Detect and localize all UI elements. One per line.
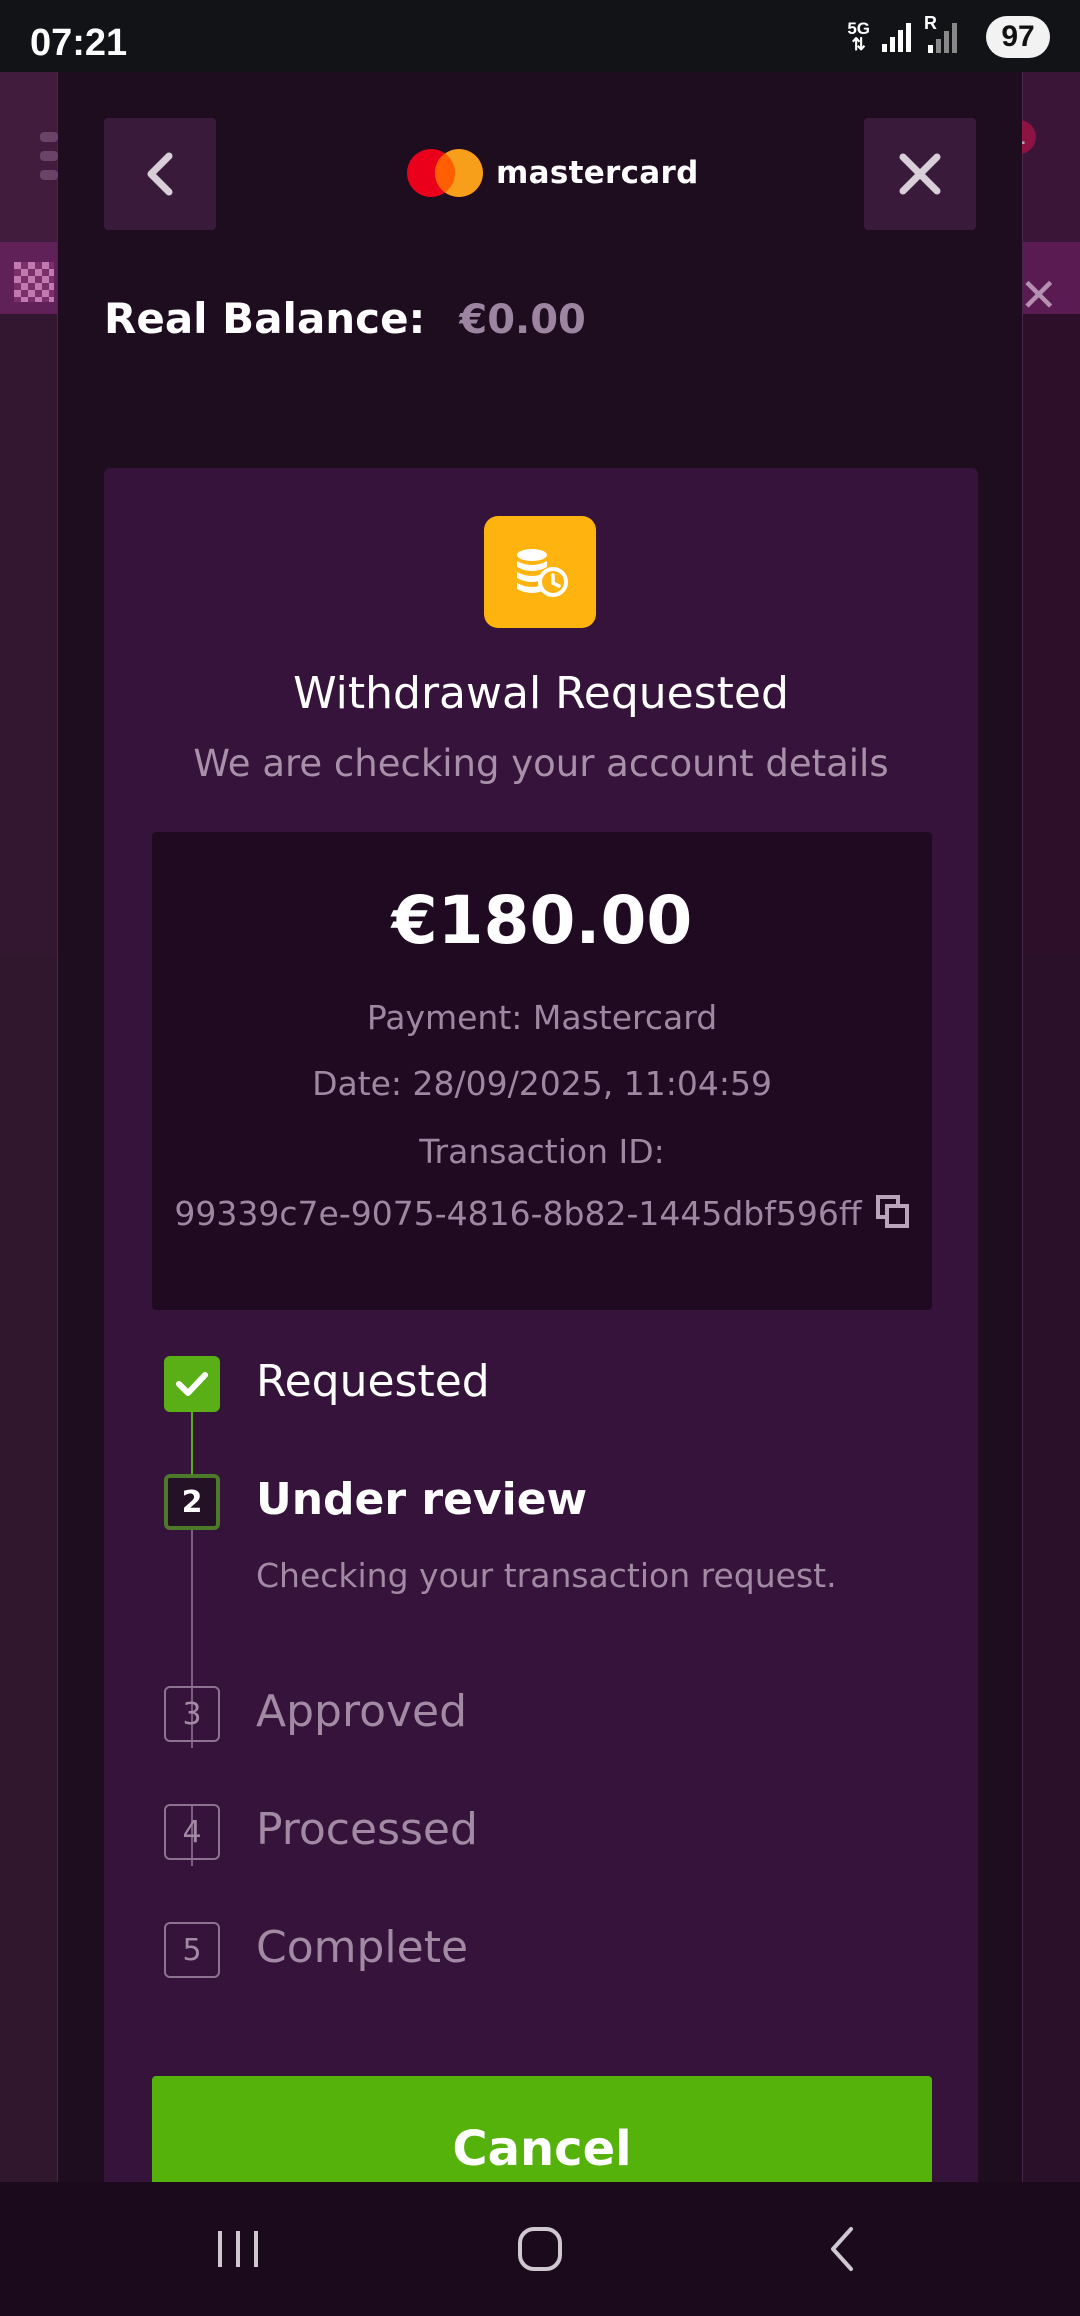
step-2-description: Checking your transaction request. [256, 1556, 837, 1595]
step-1-label: Requested [256, 1356, 490, 1407]
balance-value: €0.00 [459, 297, 586, 343]
withdrawal-title: Withdrawal Requested [293, 668, 789, 719]
home-button[interactable] [500, 2212, 580, 2286]
home-icon [518, 2227, 562, 2271]
step-4-label: Processed [256, 1804, 478, 1855]
withdrawal-subtitle: We are checking your account details [193, 742, 889, 785]
transaction-id-row: 99339c7e-9075-4816-8b82-1445dbf596ff [152, 1194, 932, 1233]
system-back-button[interactable] [802, 2212, 882, 2286]
battery-indicator: 97 [986, 16, 1050, 58]
transaction-details: €180.00 Payment: Mastercard Date: 28/09/… [152, 832, 932, 1310]
step-connector [191, 1412, 193, 1474]
step-5-number: 5 [164, 1922, 220, 1978]
payment-method: Payment: Mastercard [366, 998, 718, 1037]
recent-apps-button[interactable] [198, 2212, 278, 2286]
step-2-label: Under review [256, 1474, 588, 1525]
mastercard-logo-icon [407, 149, 483, 197]
step-4-number: 4 [164, 1804, 220, 1860]
system-back-icon [831, 2227, 853, 2271]
back-button[interactable] [104, 118, 216, 230]
transaction-id-value: 99339c7e-9075-4816-8b82-1445dbf596ff [174, 1194, 862, 1233]
close-button[interactable] [864, 118, 976, 230]
close-icon [899, 153, 941, 195]
network-type-icon: 5G ⇅ [847, 19, 870, 54]
step-1-check-icon [164, 1356, 220, 1412]
copy-icon[interactable] [875, 1195, 910, 1229]
withdrawal-amount: €180.00 [391, 882, 693, 959]
roaming-signal-icon: R [924, 13, 962, 57]
menu-icon [40, 132, 58, 192]
close-icon: ✕ [1019, 268, 1058, 322]
status-bar: 07:21 5G ⇅ R 97 [0, 0, 1080, 72]
withdrawal-status-card: Withdrawal Requested We are checking you… [104, 468, 978, 2222]
transaction-id-label: Transaction ID: [419, 1132, 665, 1171]
step-connector [191, 1530, 193, 1686]
step-5-label: Complete [256, 1922, 469, 1973]
transaction-date: Date: 28/09/2025, 11:04:59 [312, 1064, 772, 1103]
balance-label: Real Balance: [104, 294, 426, 343]
withdrawal-progress-stepper: Requested 2 Under review Checking your t… [164, 1356, 944, 1978]
recent-apps-icon [218, 2231, 258, 2267]
withdrawal-modal: mastercard Real Balance: €0.00 Withdrawa… [58, 72, 1022, 2222]
status-time: 07:21 [30, 22, 128, 64]
step-2-number: 2 [164, 1474, 220, 1530]
chevron-left-icon [147, 152, 173, 196]
step-3-number: 3 [164, 1686, 220, 1742]
step-3-label: Approved [256, 1686, 468, 1737]
payment-brand: mastercard [406, 148, 699, 198]
brand-name: mastercard [496, 155, 699, 191]
coins-clock-icon [484, 516, 596, 628]
real-balance: Real Balance: €0.00 [104, 294, 586, 343]
system-navigation-bar [0, 2182, 1080, 2316]
signal-icon [882, 23, 911, 52]
race-flag-icon [14, 262, 54, 302]
status-icons: 5G ⇅ R 97 [847, 13, 1050, 60]
